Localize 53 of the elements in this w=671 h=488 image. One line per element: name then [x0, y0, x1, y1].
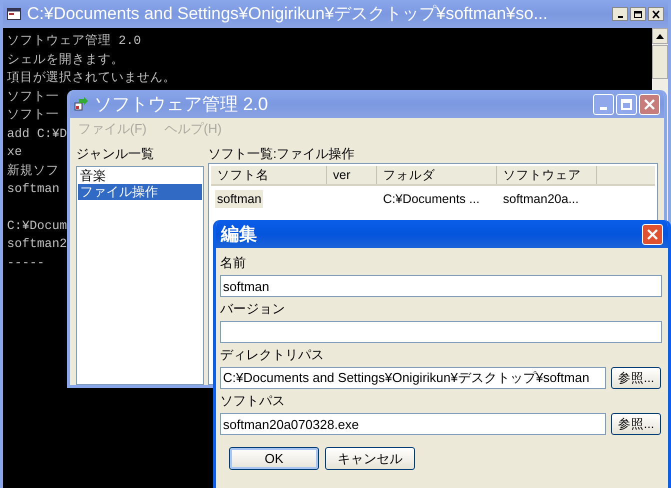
window-title: 編集 [221, 222, 258, 246]
section-label: ソフト一覧:ファイル操作 [208, 145, 355, 163]
section-label: ジャンル一覧 [76, 145, 155, 163]
column-header[interactable]: ver [327, 166, 377, 184]
close-button[interactable] [648, 7, 664, 21]
input-field[interactable]: C:¥Documents and Settings¥Onigirikun¥デスクトップ¥softman [220, 367, 606, 389]
console-line: ----- [7, 254, 45, 272]
maximize-icon [620, 98, 633, 110]
input-field[interactable] [220, 321, 662, 343]
scroll-up-button[interactable] [652, 28, 668, 44]
console-line: 項目が選択されていません。 [7, 70, 176, 87]
list-item[interactable]: 音楽 [78, 168, 202, 184]
table-cell-text: C:¥Documents ... [382, 191, 481, 208]
console-line: xe [7, 144, 22, 161]
minimize-icon [600, 106, 607, 110]
console-line: ソフトウェア管理 2.0 [7, 33, 142, 50]
window-title: C:¥Documents and Settings¥Onigirikun¥デスクトップ¥softman¥so... [27, 3, 549, 26]
close-icon [646, 228, 659, 240]
minimize-icon [618, 16, 622, 18]
browse-button[interactable]: 参照... [611, 413, 661, 435]
console-line: softman [7, 181, 60, 198]
window-title: ソフトウェア管理 2.0 [94, 92, 270, 116]
console-line: 新規ソフ [7, 162, 59, 180]
column-header[interactable]: フォルダ [377, 166, 497, 184]
field-label: バージョン [220, 300, 285, 318]
up-arrow-icon [656, 34, 664, 38]
field-label: 名前 [220, 254, 246, 272]
maximize-button[interactable] [630, 7, 646, 21]
console-line: シェルを開きます。 [7, 52, 124, 68]
maximize-icon [633, 10, 643, 18]
console-line: ソフト一 [7, 88, 59, 106]
console-line: ソフト一 [7, 107, 59, 124]
list-item[interactable]: ファイル操作 [78, 184, 202, 200]
ok-button[interactable]: OK [229, 447, 319, 470]
close-icon [651, 10, 661, 18]
column-header[interactable]: ソフトウェア [497, 166, 597, 184]
console-line: C:¥Docum [7, 218, 68, 234]
table-cell-text: softman20a... [502, 191, 580, 208]
scroll-thumb[interactable] [652, 45, 668, 79]
browse-button[interactable]: 参照... [611, 367, 661, 389]
input-field[interactable]: softman [220, 275, 662, 297]
console-icon [7, 8, 21, 20]
arrow-icon [74, 97, 88, 111]
console-line: add C:¥D [7, 126, 68, 142]
input-field[interactable]: softman20a070328.exe [220, 413, 606, 435]
column-header[interactable]: ソフト名 [211, 166, 327, 184]
field-label: ソフトパス [220, 392, 285, 410]
close-icon [643, 98, 656, 110]
minimize-button[interactable] [612, 7, 628, 21]
cancel-button[interactable]: キャンセル [325, 447, 415, 470]
field-label: ディレクトリパス [220, 346, 324, 364]
console-line: softman2 [7, 236, 68, 253]
table-cell: softman [215, 190, 264, 208]
